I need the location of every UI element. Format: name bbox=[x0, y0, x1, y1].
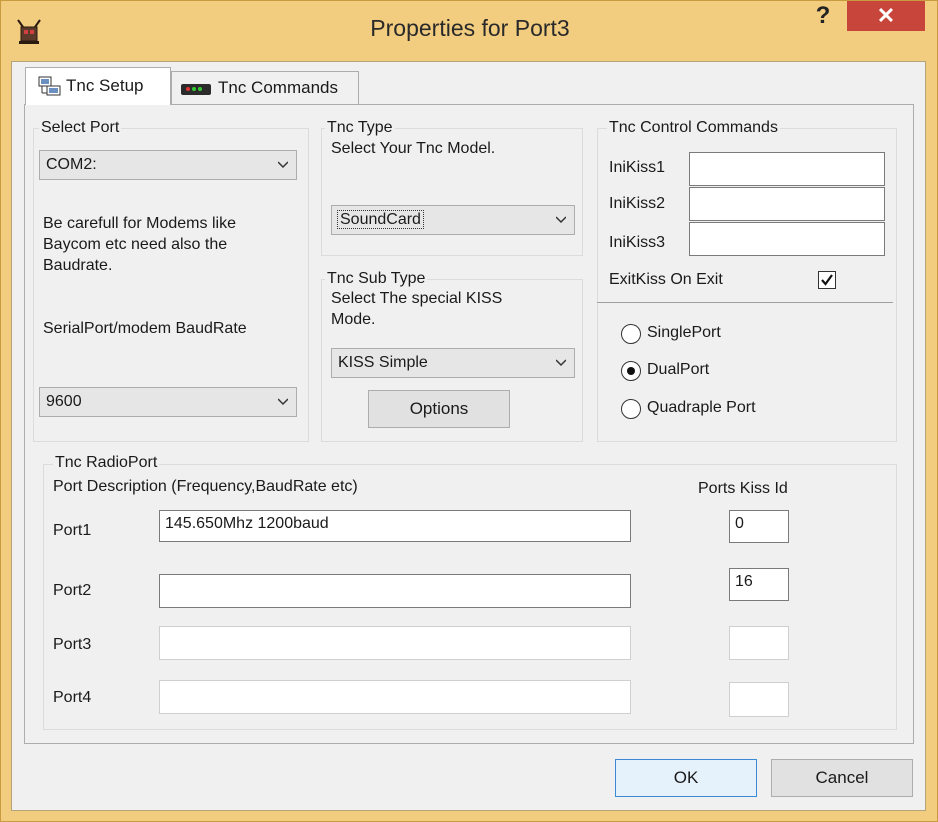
modem-note-line-2: Baycom etc need also the bbox=[43, 236, 228, 253]
tnc-sub-type-prompt-line-1: Select The special KISS bbox=[331, 290, 503, 307]
inikiss1-label: IniKiss1 bbox=[609, 159, 666, 176]
tnc-type-prompt: Select Your Tnc Model. bbox=[331, 140, 496, 157]
tnc-type-legend: Tnc Type bbox=[325, 119, 395, 137]
tnc-control-commands-legend: Tnc Control Commands bbox=[607, 119, 780, 137]
port1-kiss-id-input[interactable]: 0 bbox=[729, 510, 789, 543]
baud-rate-select[interactable]: 9600 bbox=[39, 387, 297, 417]
port-mode-option-quad[interactable]: Quadraple Port bbox=[621, 398, 801, 422]
tab-tnc-setup[interactable]: Tnc Setup bbox=[25, 67, 171, 105]
properties-dialog: Properties for Port3 ? ✕ Tnc Setup Tnc C… bbox=[0, 0, 938, 822]
ports-kiss-id-header: Ports Kiss Id bbox=[698, 480, 788, 497]
tnc-device-icon bbox=[181, 84, 211, 95]
help-button[interactable]: ? bbox=[801, 1, 845, 31]
port-mode-option-single[interactable]: SinglePort bbox=[621, 323, 781, 347]
inikiss2-input[interactable] bbox=[689, 187, 885, 221]
tnc-model-select[interactable]: SoundCard bbox=[331, 205, 575, 235]
port-select[interactable]: COM2: bbox=[39, 150, 297, 180]
port4-label: Port4 bbox=[53, 689, 92, 706]
kiss-mode-select[interactable]: KISS Simple bbox=[331, 348, 575, 378]
select-port-legend: Select Port bbox=[39, 119, 122, 137]
inikiss3-label: IniKiss3 bbox=[609, 234, 666, 251]
options-button[interactable]: Options bbox=[368, 390, 510, 428]
close-button[interactable]: ✕ bbox=[847, 1, 925, 31]
tnc-sub-type-prompt-line-2: Mode. bbox=[331, 311, 376, 328]
quad-port-radio[interactable] bbox=[621, 399, 641, 419]
port4-description-input[interactable] bbox=[159, 680, 631, 714]
tnc-sub-type-legend: Tnc Sub Type bbox=[325, 270, 428, 288]
exitkiss-checkbox[interactable] bbox=[818, 271, 836, 289]
dual-port-label: DualPort bbox=[647, 361, 710, 378]
separator bbox=[597, 302, 893, 303]
ok-button[interactable]: OK bbox=[615, 759, 757, 797]
port3-description-input[interactable] bbox=[159, 626, 631, 660]
chevron-down-icon bbox=[278, 398, 288, 406]
tab-tnc-commands[interactable]: Tnc Commands bbox=[171, 71, 359, 105]
port1-label: Port1 bbox=[53, 522, 92, 539]
chevron-down-icon bbox=[556, 359, 566, 367]
baud-rate-value: 9600 bbox=[46, 393, 82, 410]
port-description-header: Port Description (Frequency,BaudRate etc… bbox=[53, 478, 358, 495]
inikiss3-input[interactable] bbox=[689, 222, 885, 256]
chevron-down-icon bbox=[278, 161, 288, 169]
port4-kiss-id-input[interactable] bbox=[729, 682, 789, 717]
network-settings-icon bbox=[38, 76, 61, 96]
port2-label: Port2 bbox=[53, 582, 92, 599]
chevron-down-icon bbox=[556, 216, 566, 224]
port3-label: Port3 bbox=[53, 636, 92, 653]
port-mode-option-dual[interactable]: DualPort bbox=[621, 360, 781, 384]
kiss-mode-value: KISS Simple bbox=[338, 354, 428, 371]
tab-tnc-setup-label: Tnc Setup bbox=[66, 76, 144, 95]
single-port-label: SinglePort bbox=[647, 324, 721, 341]
radio-selected-dot bbox=[627, 367, 635, 375]
baud-rate-label: SerialPort/modem BaudRate bbox=[43, 320, 247, 337]
title-bar[interactable]: Properties for Port3 ? ✕ bbox=[1, 1, 938, 61]
cancel-button[interactable]: Cancel bbox=[771, 759, 913, 797]
tab-tnc-commands-label: Tnc Commands bbox=[218, 78, 338, 97]
quad-port-label: Quadraple Port bbox=[647, 399, 756, 416]
tnc-model-value: SoundCard bbox=[337, 210, 424, 229]
dual-port-radio[interactable] bbox=[621, 361, 641, 381]
checkmark-icon bbox=[821, 274, 833, 286]
modem-note-line-1: Be carefull for Modems like bbox=[43, 215, 236, 232]
inikiss1-input[interactable] bbox=[689, 152, 885, 186]
port1-description-input[interactable]: 145.650Mhz 1200baud bbox=[159, 510, 631, 542]
port3-kiss-id-input[interactable] bbox=[729, 626, 789, 660]
port2-description-input[interactable] bbox=[159, 574, 631, 608]
modem-note-line-3: Baudrate. bbox=[43, 257, 113, 274]
inikiss2-label: IniKiss2 bbox=[609, 195, 666, 212]
port-select-value: COM2: bbox=[46, 156, 97, 173]
tnc-radioport-legend: Tnc RadioPort bbox=[53, 454, 160, 472]
single-port-radio[interactable] bbox=[621, 324, 641, 344]
port2-kiss-id-input[interactable]: 16 bbox=[729, 568, 789, 601]
exitkiss-label: ExitKiss On Exit bbox=[609, 271, 723, 288]
tnc-setup-panel: Select Port COM2: Be carefull for Modems… bbox=[24, 104, 914, 744]
window-title: Properties for Port3 bbox=[370, 15, 570, 41]
